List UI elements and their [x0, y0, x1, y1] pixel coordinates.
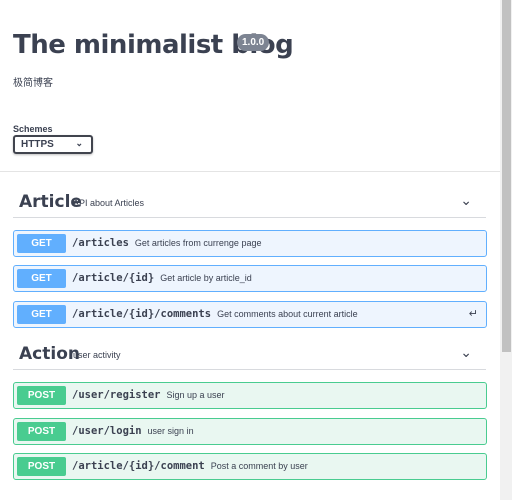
- chevron-down-icon[interactable]: ⌄: [460, 344, 472, 361]
- operation-summary: Get articles from currenge page: [134, 238, 262, 248]
- operation-get-article[interactable]: GET /article/{id} Get article by article_…: [13, 265, 487, 292]
- operation-path: /user/register Sign up a user: [72, 389, 225, 401]
- operation-post-register[interactable]: POST /user/register Sign up a user: [13, 382, 487, 409]
- operation-summary: Get comments about current article: [217, 309, 358, 319]
- schemes-selected: HTTPS: [21, 139, 54, 150]
- operation-summary: user sign in: [147, 426, 194, 436]
- operation-summary: Post a comment by user: [210, 461, 308, 471]
- swagger-page: The minimalist blog 1.0.0 极简博客 Schemes H…: [0, 0, 500, 500]
- chevron-down-icon[interactable]: ⌄: [460, 192, 472, 209]
- method-badge: POST: [17, 422, 66, 441]
- tag-description: user activity: [73, 350, 121, 360]
- operation-summary: Get article by article_id: [160, 273, 252, 283]
- tag-description: API about Articles: [73, 198, 145, 208]
- method-badge: GET: [17, 305, 66, 324]
- operation-path: /user/login user sign in: [72, 425, 194, 437]
- operation-path: /article/{id}/comments Get comments about…: [72, 308, 358, 320]
- method-badge: GET: [17, 234, 66, 253]
- divider: [0, 171, 500, 172]
- method-badge: GET: [17, 269, 66, 288]
- operation-get-comments[interactable]: GET /article/{id}/comments Get comments a…: [13, 301, 487, 328]
- schemes-label: Schemes: [13, 124, 53, 134]
- method-badge: POST: [17, 457, 66, 476]
- api-description: 极简博客: [13, 78, 53, 89]
- version-badge: 1.0.0: [237, 34, 270, 51]
- chevron-down-icon: ⌄: [75, 138, 83, 148]
- operation-path: /article/{id}/comment Post a comment by u…: [72, 460, 308, 472]
- scrollbar-thumb[interactable]: [502, 0, 511, 352]
- scrollbar[interactable]: [500, 0, 512, 500]
- operation-path: /article/{id} Get article by article_id: [72, 272, 252, 284]
- operation-path: /articles Get articles from currenge page: [72, 237, 262, 249]
- operation-post-comment[interactable]: POST /article/{id}/comment Post a comment…: [13, 453, 487, 480]
- operation-get-articles[interactable]: GET /articles Get articles from currenge …: [13, 230, 487, 257]
- operation-summary: Sign up a user: [166, 390, 225, 400]
- tag-action[interactable]: Action user activity ⌄: [13, 344, 486, 370]
- schemes-select[interactable]: HTTPS ⌄: [13, 135, 93, 154]
- method-badge: POST: [17, 386, 66, 405]
- operation-post-login[interactable]: POST /user/login user sign in: [13, 418, 487, 445]
- tag-name: Action: [19, 344, 80, 364]
- tag-article[interactable]: Article API about Articles ⌄: [13, 192, 486, 218]
- enter-icon: ↵: [468, 308, 478, 320]
